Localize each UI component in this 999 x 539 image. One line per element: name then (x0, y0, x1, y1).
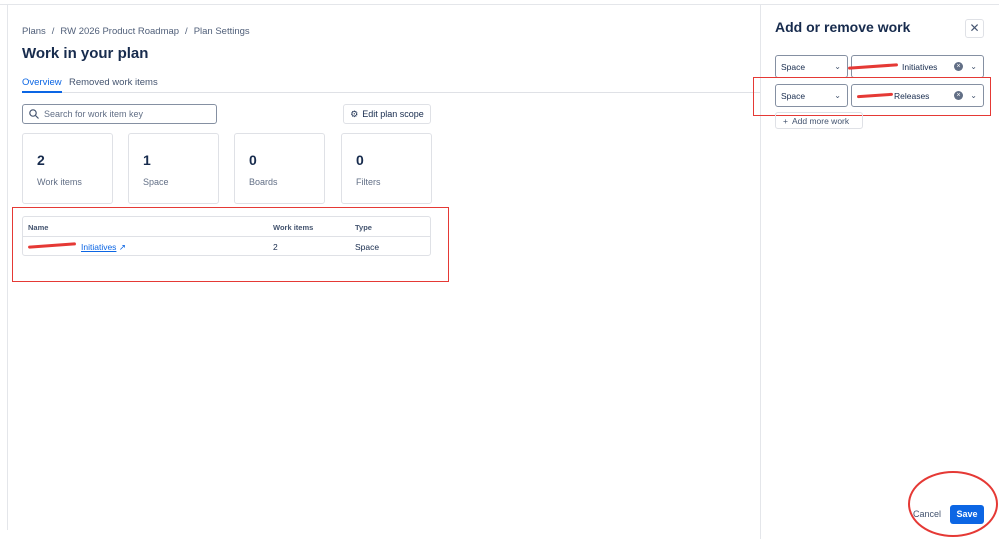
chevron-down-icon: ⌄ (970, 62, 977, 71)
annotation-box (753, 77, 991, 116)
stat-card-boards: 0 Boards (234, 133, 325, 204)
plus-icon: + (783, 115, 788, 126)
gear-icon: ⚙ (350, 108, 359, 119)
tab-removed-work-items[interactable]: Removed work items (69, 77, 158, 93)
breadcrumb-plans[interactable]: Plans (22, 26, 46, 37)
page-title: Work in your plan (22, 45, 149, 62)
stat-value: 2 (37, 152, 45, 168)
stat-label: Work items (37, 177, 82, 187)
add-more-work-button[interactable]: + Add more work (775, 112, 863, 129)
stat-label: Filters (356, 177, 381, 187)
breadcrumb: Plans / RW 2026 Product Roadmap / Plan Setti… (22, 26, 256, 37)
left-divider (7, 5, 8, 530)
edit-plan-scope-button[interactable]: ⚙ Edit plan scope (343, 104, 431, 124)
stat-label: Space (143, 177, 169, 187)
add-more-label: Add more work (791, 115, 850, 126)
close-icon[interactable]: ✕ (965, 19, 984, 38)
clear-icon[interactable]: × (954, 62, 963, 71)
breadcrumb-plan-settings[interactable]: Plan Settings (194, 26, 250, 37)
stat-label: Boards (249, 177, 278, 187)
chevron-down-icon: ⌄ (834, 62, 841, 71)
annotation-circle (908, 471, 998, 537)
panel-title: Add or remove work (775, 19, 911, 35)
edit-plan-scope-label: Edit plan scope (362, 109, 424, 119)
space-select-value: Initiatives (902, 61, 938, 72)
breadcrumb-sep: / (51, 26, 55, 37)
breadcrumb-sep: / (185, 26, 188, 37)
stat-card-space: 1 Space (128, 133, 219, 204)
stat-value: 0 (356, 152, 364, 168)
stat-card-filters: 0 Filters (341, 133, 432, 204)
search-input[interactable]: Search for work item key (22, 104, 217, 124)
breadcrumb-roadmap[interactable]: RW 2026 Product Roadmap (60, 26, 179, 37)
stat-value: 0 (249, 152, 257, 168)
type-select-value: Space (781, 61, 806, 72)
search-placeholder: Search for work item key (44, 109, 144, 119)
annotation-box (12, 207, 449, 282)
type-select[interactable]: Space ⌄ (775, 55, 848, 78)
tab-overview[interactable]: Overview (22, 77, 62, 93)
stat-card-work-items: 2 Work items (22, 133, 113, 204)
stat-value: 1 (143, 152, 151, 168)
tabs: Overview Removed work items (22, 77, 760, 93)
search-icon (29, 109, 39, 119)
